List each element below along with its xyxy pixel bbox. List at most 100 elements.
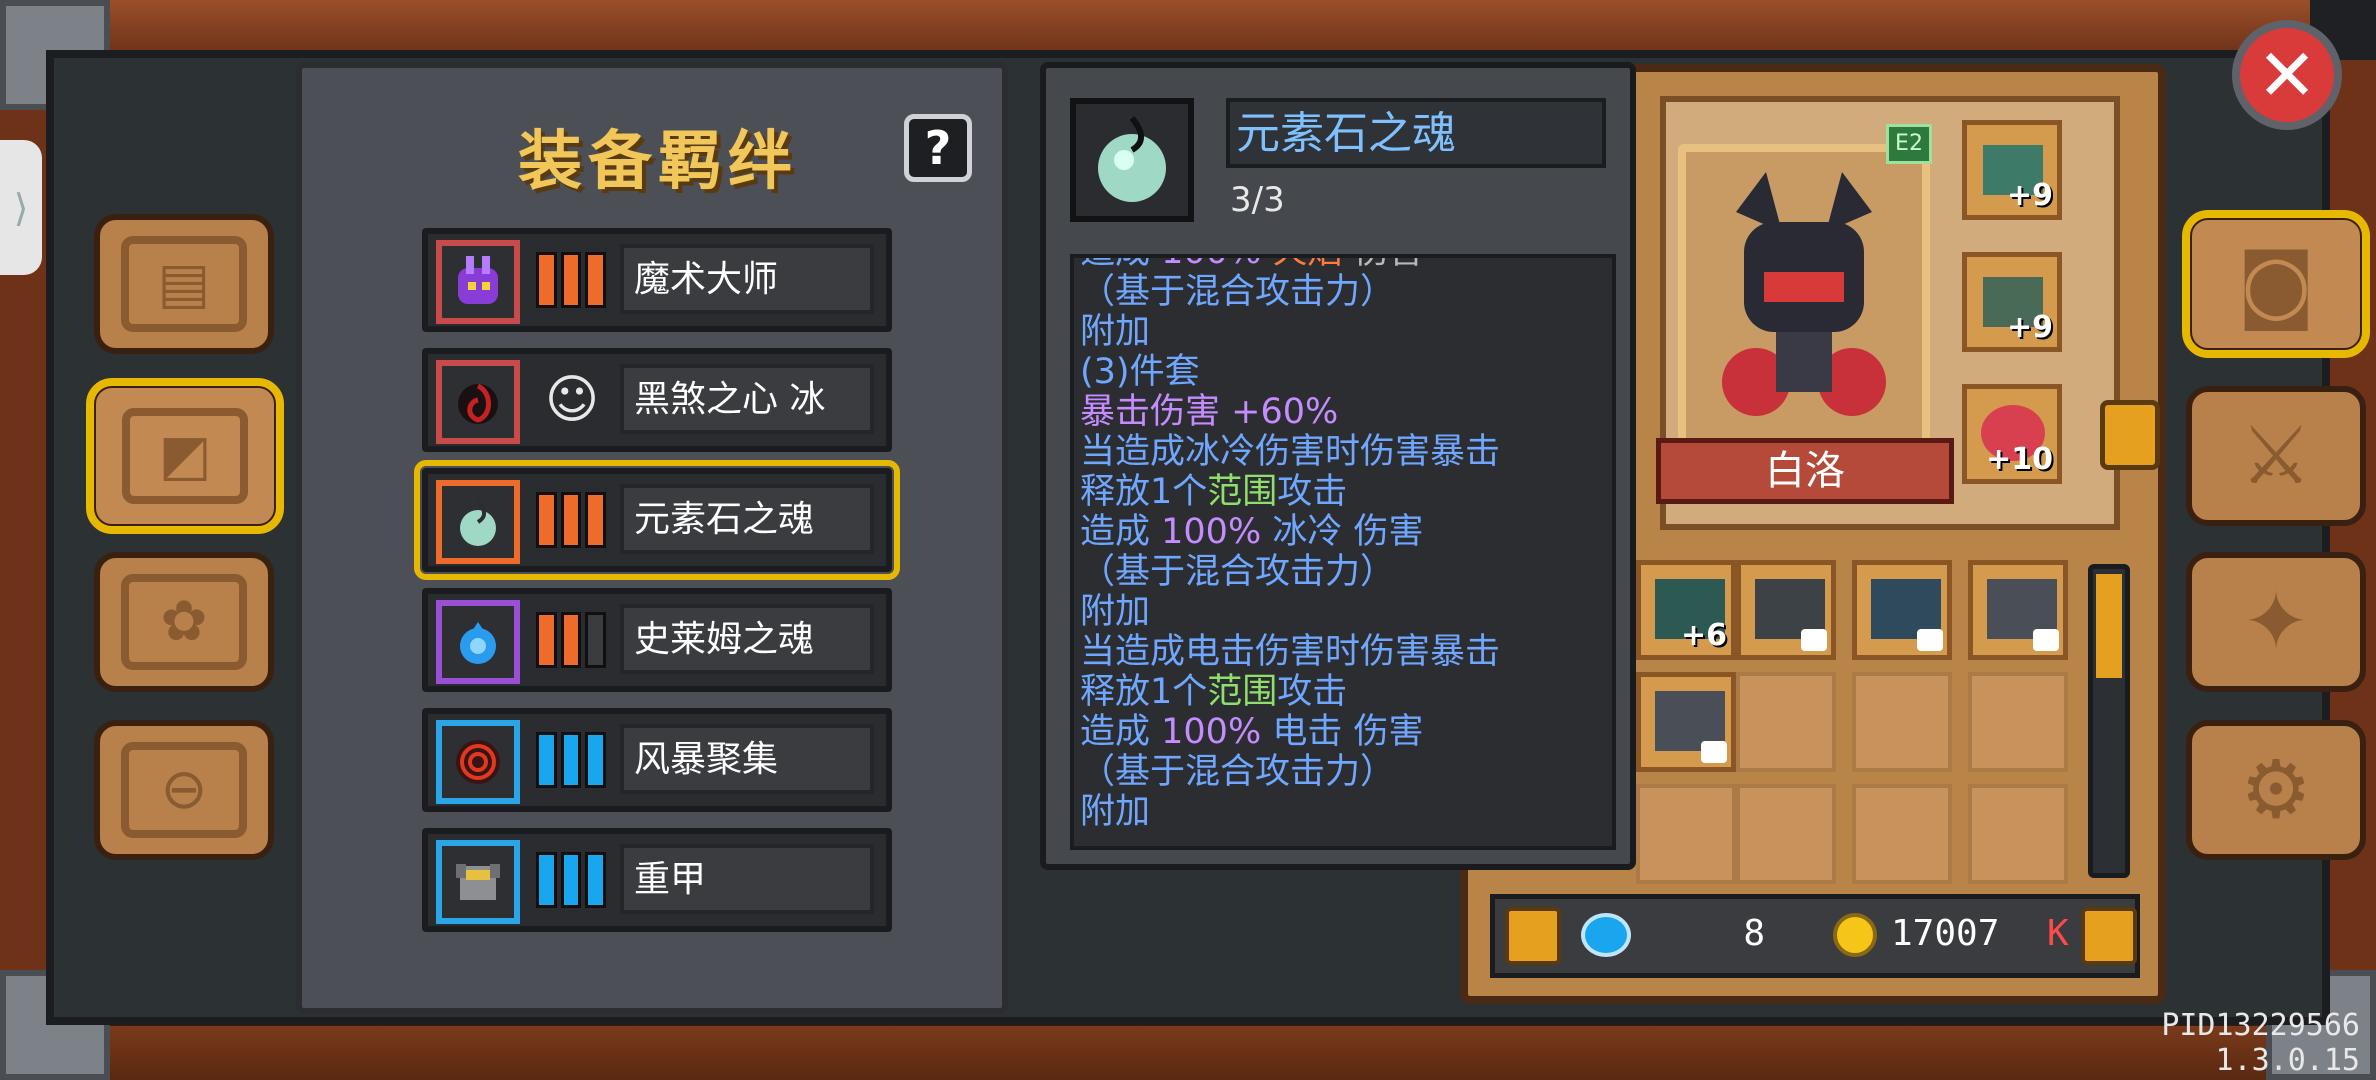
- help-button[interactable]: ?: [904, 114, 972, 182]
- tab-pets[interactable]: ✿: [94, 552, 274, 692]
- desc-line: （基于混合攻击力）: [1080, 272, 1396, 312]
- tab-book[interactable]: ▤: [94, 214, 274, 354]
- version-label: PID13229566 1.3.0.15: [2161, 1008, 2360, 1078]
- equipment-bond-panel: 装备羁绊 ? 魔术大师 ☺ 黑煞之心 冰 元素石之魂 史莱姆之魂 风暴聚集 重甲: [296, 62, 1008, 1014]
- tooltip-title: 元素石之魂: [1226, 98, 1606, 168]
- tab-skills[interactable]: ⚔: [2186, 386, 2366, 526]
- gear-icon: ⚙: [2240, 743, 2312, 836]
- inventory-slot[interactable]: [1736, 560, 1836, 660]
- element-soul-icon: [436, 480, 520, 564]
- equip-slot-armor[interactable]: +9: [1962, 252, 2062, 352]
- upgrade-level: +6: [1680, 618, 1727, 653]
- bell-icon: ⊖: [121, 742, 247, 838]
- compass-icon: ✦: [2242, 575, 2310, 668]
- tab-bell[interactable]: ⊖: [94, 720, 274, 860]
- inventory-slot-empty[interactable]: [1736, 784, 1836, 884]
- tooltip-icon-frame: [1070, 98, 1194, 222]
- inventory-slot[interactable]: [1852, 560, 1952, 660]
- desc-line: （基于混合攻击力）: [1080, 552, 1396, 592]
- storm-target-icon: [436, 720, 520, 804]
- lock-icon: [2033, 629, 2059, 651]
- desc-line: 释放1个范围攻击: [1080, 672, 1348, 712]
- desc-line: 附加: [1080, 592, 1151, 632]
- gem-count: 8: [1743, 913, 1765, 954]
- bond-name: 史莱姆之魂: [620, 604, 874, 674]
- lock-icon: [1801, 629, 1827, 651]
- tier-bars: [536, 492, 607, 548]
- scroll-map-icon: ◩: [122, 408, 248, 504]
- level-badge: E2: [1886, 124, 1932, 164]
- pets-icon: ✿: [121, 574, 247, 670]
- inventory-slot-empty[interactable]: [1852, 672, 1952, 772]
- bond-name: 魔术大师: [620, 244, 874, 314]
- desc-line: 造成 100% 电击 伤害: [1080, 712, 1424, 752]
- helmet-icon: ◙: [2237, 237, 2315, 330]
- black-heart-icon: [436, 360, 520, 444]
- element-soul-icon: [1098, 116, 1166, 202]
- tier-bars: [536, 732, 607, 788]
- desc-line: （基于混合攻击力）: [1080, 752, 1396, 792]
- equipment-side-tab[interactable]: [2100, 400, 2160, 470]
- bond-tooltip: 元素石之魂 3/3 造成 100% 火焰 伤害 （基于混合攻击力） 附加 (3)…: [1040, 62, 1636, 870]
- inventory-slot[interactable]: +6: [1636, 560, 1736, 660]
- bond-name: 元素石之魂: [620, 484, 874, 554]
- book-icon: ▤: [121, 236, 247, 332]
- equip-slot-gloves[interactable]: +10: [1962, 384, 2062, 484]
- currency-bar: 8 17007 K: [1490, 894, 2140, 978]
- bond-row[interactable]: 重甲: [422, 828, 892, 932]
- side-drawer-handle[interactable]: ⟩: [0, 140, 42, 275]
- bond-name: 重甲: [620, 844, 874, 914]
- tier-bars: [536, 852, 607, 908]
- inventory-slot-empty[interactable]: [1852, 784, 1952, 884]
- tab-bonds[interactable]: ◩: [86, 378, 284, 534]
- desc-line: 当造成电击伤害时伤害暴击: [1080, 632, 1501, 672]
- bond-row[interactable]: ☺ 黑煞之心 冰: [422, 348, 892, 452]
- gold-unit: K: [2047, 913, 2069, 954]
- desc-line: (3)件套: [1080, 352, 1200, 392]
- fox-hero-sprite: [1722, 172, 1886, 416]
- tooltip-set-count: 3/3: [1230, 180, 1285, 220]
- lock-toggle-button[interactable]: [1505, 907, 1561, 965]
- wood-frame-right: [2326, 60, 2376, 1020]
- heavy-armor-icon: [436, 840, 520, 924]
- inventory-slot[interactable]: [1636, 672, 1736, 772]
- inventory-slot-empty[interactable]: [1736, 672, 1836, 772]
- gold-count: 17007: [1891, 913, 2000, 954]
- bond-row-selected[interactable]: 元素石之魂: [414, 460, 900, 580]
- desc-line: 释放1个范围攻击: [1080, 472, 1348, 512]
- bond-name: 黑煞之心 冰: [620, 364, 874, 434]
- inventory-slot-empty[interactable]: [1636, 784, 1736, 884]
- slime-soul-icon: [436, 600, 520, 684]
- desc-line: 当造成冰冷伤害时伤害暴击: [1080, 432, 1501, 472]
- coin-icon: [1833, 913, 1877, 957]
- bond-row[interactable]: 魔术大师: [422, 228, 892, 332]
- scrollbar-thumb[interactable]: [2096, 574, 2122, 678]
- equip-slot-helmet[interactable]: +9: [1962, 120, 2062, 220]
- close-button[interactable]: ✕: [2232, 20, 2342, 130]
- character-name: 白洛: [1656, 438, 1954, 504]
- upgrade-level: +9: [2006, 178, 2053, 213]
- close-icon: ✕: [2256, 33, 2318, 117]
- grid-menu-button[interactable]: [2081, 907, 2137, 965]
- inventory-slot-empty[interactable]: [1968, 784, 2068, 884]
- tab-talents[interactable]: ✦: [2186, 552, 2366, 692]
- bond-name: 风暴聚集: [620, 724, 874, 794]
- inventory-slot[interactable]: [1968, 560, 2068, 660]
- tier-bars: [536, 612, 607, 668]
- lock-icon: [1917, 629, 1943, 651]
- inventory-slot-empty[interactable]: [1968, 672, 2068, 772]
- tier-bars: [536, 252, 607, 308]
- bond-row[interactable]: 风暴聚集: [422, 708, 892, 812]
- gem-icon: [1581, 913, 1631, 957]
- face-token-icon: ☺: [544, 370, 600, 430]
- tab-equipment[interactable]: ◙: [2182, 210, 2370, 358]
- desc-line: 造成 100% 火焰 伤害: [1080, 258, 1606, 272]
- lock-icon: [1701, 741, 1727, 763]
- swords-icon: ⚔: [2240, 409, 2312, 502]
- desc-line: 附加: [1080, 312, 1151, 352]
- character-portrait[interactable]: [1678, 144, 1930, 460]
- tooltip-description[interactable]: 造成 100% 火焰 伤害 （基于混合攻击力） 附加 (3)件套 暴击伤害 +6…: [1070, 254, 1616, 850]
- tab-settings[interactable]: ⚙: [2186, 720, 2366, 860]
- desc-line: 暴击伤害 +60%: [1080, 392, 1339, 432]
- bond-row[interactable]: 史莱姆之魂: [422, 588, 892, 692]
